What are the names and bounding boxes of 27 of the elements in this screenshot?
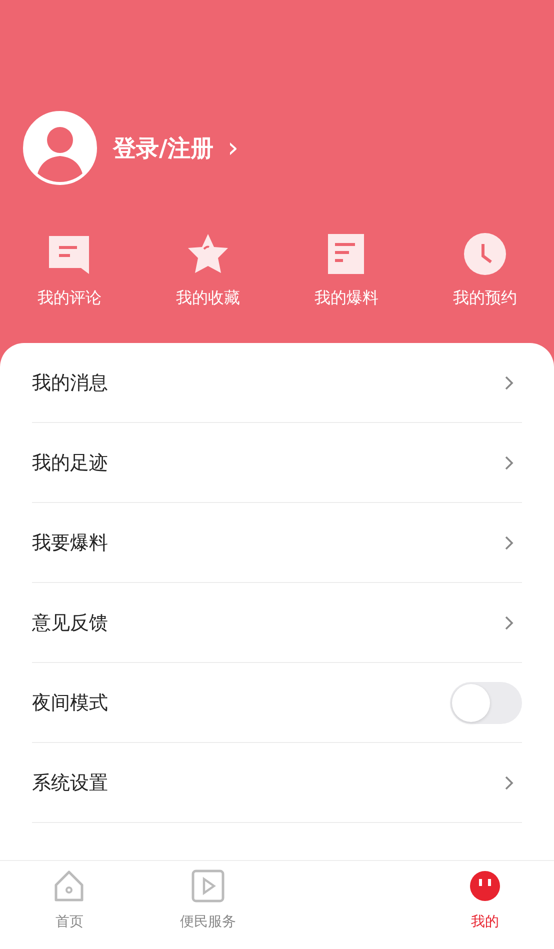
- chevron-icon: [504, 774, 514, 790]
- chevron-icon: [504, 614, 514, 630]
- shortcut-label[interactable]: 我的评论: [37, 288, 102, 309]
- chevron-icon: [504, 374, 514, 390]
- menu-item[interactable]: 意见反馈: [32, 610, 108, 636]
- menu-item[interactable]: 我要爆料: [32, 530, 108, 556]
- nav-tab[interactable]: 便民服务: [138, 861, 277, 949]
- menu-item[interactable]: 夜间模式: [32, 690, 108, 716]
- menu-item[interactable]: 系统设置: [32, 770, 108, 796]
- clock-icon[interactable]: [462, 232, 507, 276]
- toggle-switch[interactable]: [450, 682, 522, 724]
- menu-item[interactable]: 我的消息: [32, 370, 108, 396]
- avatar-icon[interactable]: [22, 110, 98, 186]
- nav-tab[interactable]: 首页: [0, 861, 138, 949]
- play-icon: [190, 869, 225, 903]
- login-link[interactable]: 登录/注册: [113, 132, 214, 164]
- shortcut-label[interactable]: 我的预约: [452, 288, 517, 309]
- nav-tab[interactable]: 我的: [416, 861, 554, 949]
- star-icon[interactable]: [186, 232, 230, 276]
- chevron-icon: [504, 534, 514, 550]
- chevron-icon: [504, 454, 514, 470]
- shortcut-label[interactable]: 我的爆料: [314, 288, 378, 309]
- chevron-icon: ›: [227, 134, 239, 162]
- menu-item[interactable]: 我的足迹: [32, 450, 108, 476]
- face-icon: [468, 869, 502, 903]
- home-icon: [52, 869, 86, 903]
- shortcut-label[interactable]: 我的收藏: [176, 288, 240, 309]
